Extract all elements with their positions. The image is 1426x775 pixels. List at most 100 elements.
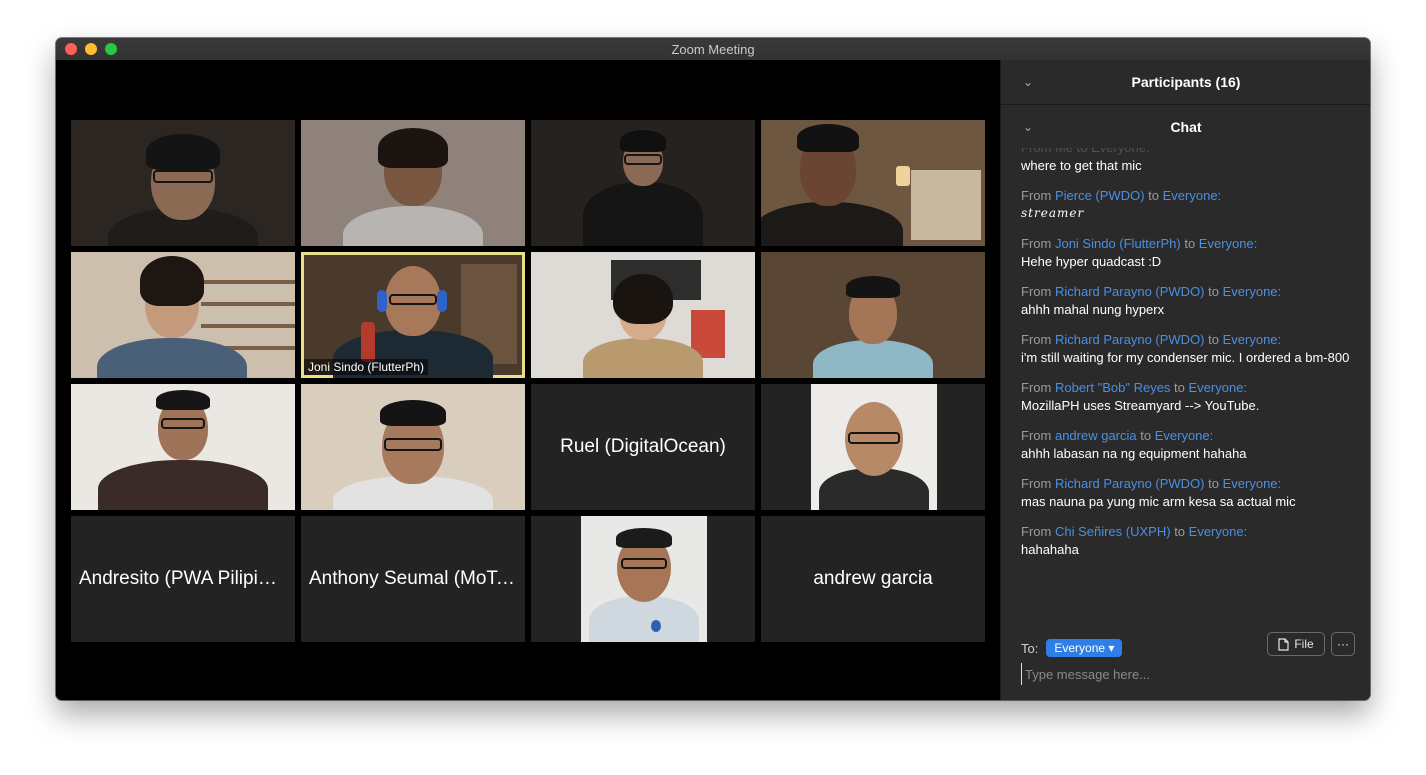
message-meta: From Richard Parayno (PWDO) to Everyone: — [1021, 283, 1353, 300]
participant-body — [589, 596, 699, 642]
message-recipient: Everyone: — [1188, 380, 1248, 395]
file-button-label: File — [1294, 637, 1314, 651]
message-meta: From Richard Parayno (PWDO) to Everyone: — [1021, 475, 1353, 492]
chat-message: From Pierce (PWDO) to Everyone: streamer — [1021, 187, 1353, 222]
message-recipient: Everyone: — [1198, 236, 1258, 251]
lamp — [896, 166, 910, 186]
message-sender[interactable]: Richard Parayno (PWDO) — [1055, 332, 1205, 347]
message-text: hahahaha — [1021, 542, 1079, 557]
message-meta: From Richard Parayno (PWDO) to Everyone: — [1021, 331, 1353, 348]
message-text: streamer — [1021, 206, 1085, 220]
participant-glasses — [848, 432, 900, 444]
chat-message-list[interactable]: From Me to Everyone: where to get that m… — [1021, 148, 1353, 638]
message-sender[interactable]: Richard Parayno (PWDO) — [1055, 476, 1205, 491]
window-title: Zoom Meeting — [671, 42, 755, 57]
message-text: mas nauna pa yung mic arm kesa sa actual… — [1021, 494, 1296, 509]
from-word: From — [1021, 380, 1052, 395]
video-tile[interactable] — [301, 384, 525, 510]
chat-message: From Me to Everyone: where to get that m… — [1021, 148, 1353, 174]
headphone-left — [377, 290, 387, 312]
file-icon — [1278, 637, 1289, 651]
message-recipient: Everyone: — [1222, 476, 1282, 491]
participant-hair — [156, 390, 210, 410]
video-tile[interactable] — [71, 384, 295, 510]
message-text: where to get that mic — [1021, 158, 1142, 173]
to-word: to — [1140, 428, 1152, 443]
participant-hair — [378, 128, 448, 168]
chat-panel-header[interactable]: ⌄ Chat — [1001, 105, 1370, 149]
message-sender[interactable]: Chi Señires (UXPH) — [1055, 524, 1171, 539]
from-word: From — [1021, 332, 1052, 347]
message-sender[interactable]: Joni Sindo (FlutterPh) — [1055, 236, 1181, 251]
participant-hair — [139, 256, 204, 306]
chat-message-input[interactable] — [1021, 663, 1347, 685]
video-tile[interactable] — [761, 252, 985, 378]
from-word: From — [1021, 476, 1052, 491]
to-word: to — [1184, 236, 1196, 251]
to-word: to — [1208, 476, 1219, 491]
participant-hair — [146, 134, 220, 170]
participant-body — [583, 182, 703, 246]
message-text: Hehe hyper quadcast :D — [1021, 254, 1162, 269]
message-meta: From Joni Sindo (FlutterPh) to Everyone: — [1021, 235, 1353, 252]
video-tile[interactable] — [531, 120, 755, 246]
chevron-down-icon[interactable]: ⌄ — [1023, 60, 1033, 104]
participant-hair — [846, 276, 900, 298]
message-sender[interactable]: Robert "Bob" Reyes — [1055, 380, 1170, 395]
photo-tile[interactable] — [761, 384, 985, 510]
recipient-row: To: Everyone ▾ — [1021, 636, 1123, 660]
message-meta: From Pierce (PWDO) to Everyone: — [1021, 187, 1353, 204]
more-options-button[interactable]: ··· — [1331, 632, 1355, 656]
participant-body — [761, 202, 904, 246]
name-tile[interactable]: Andresito (PWA Pilipinas) — [71, 516, 295, 642]
chat-message: From Robert "Bob" Reyes to Everyone: Mozi… — [1021, 379, 1353, 414]
chat-message: From Chi Señires (UXPH) to Everyone: haha… — [1021, 523, 1353, 558]
video-tile[interactable] — [761, 120, 985, 246]
participant-glasses — [161, 418, 205, 429]
video-tile-active-speaker[interactable]: Joni Sindo (FlutterPh) — [301, 252, 525, 378]
video-tile[interactable] — [301, 120, 525, 246]
recipient-dropdown[interactable]: Everyone ▾ — [1046, 639, 1123, 657]
more-icon: ··· — [1337, 637, 1349, 651]
name-tile[interactable]: Ruel (DigitalOcean) — [531, 384, 755, 510]
video-tile[interactable] — [531, 252, 755, 378]
participant-hair — [616, 528, 672, 548]
participant-hair — [613, 274, 673, 324]
file-button[interactable]: File — [1267, 632, 1325, 656]
message-sender[interactable]: andrew garcia — [1055, 428, 1137, 443]
participant-body — [98, 460, 268, 510]
to-word: to — [1148, 188, 1159, 203]
name-tile[interactable]: Anthony Seumal (MoTeam) — [301, 516, 525, 642]
photo-tile[interactable] — [531, 516, 755, 642]
chevron-down-icon[interactable]: ⌄ — [1023, 105, 1033, 149]
message-sender[interactable]: Richard Parayno (PWDO) — [1055, 284, 1205, 299]
chat-message: From Richard Parayno (PWDO) to Everyone:… — [1021, 283, 1353, 318]
to-word: to — [1208, 284, 1219, 299]
message-sender[interactable]: Pierce (PWDO) — [1055, 188, 1145, 203]
message-text: i'm still waiting for my condenser mic. … — [1021, 350, 1350, 365]
participant-glasses — [624, 154, 662, 165]
title-bar: Zoom Meeting — [56, 38, 1370, 61]
participant-glasses — [389, 294, 437, 305]
name-tile[interactable]: andrew garcia — [761, 516, 985, 642]
message-text: MozillaPH uses Streamyard --> YouTube. — [1021, 398, 1260, 413]
video-tile[interactable] — [71, 252, 295, 378]
message-meta: From Robert "Bob" Reyes to Everyone: — [1021, 379, 1353, 396]
side-panel: ⌄ Participants (16) ⌄ Chat From Me to Ev… — [1000, 60, 1370, 700]
participants-panel-header[interactable]: ⌄ Participants (16) — [1001, 60, 1370, 105]
chat-message: From andrew garcia to Everyone: ahhh laba… — [1021, 427, 1353, 462]
participant-name: andrew garcia — [813, 568, 933, 589]
participant-name: Andresito (PWA Pilipinas) — [79, 568, 287, 589]
profile-photo — [581, 516, 707, 642]
chat-title: Chat — [1170, 119, 1202, 135]
zoom-window: Zoom Meeting Joni Sindo (FlutterPh) Ruel… — [56, 38, 1370, 700]
bookshelf — [201, 262, 295, 352]
chat-message: From Richard Parayno (PWDO) to Everyone:… — [1021, 475, 1353, 510]
video-tile[interactable] — [71, 120, 295, 246]
shirt-logo — [651, 620, 661, 632]
participant-body — [813, 340, 933, 378]
gallery-view: Joni Sindo (FlutterPh) Ruel (DigitalOcea… — [56, 60, 1000, 700]
bed-background — [911, 170, 981, 240]
message-text: ahhh labasan na ng equipment hahaha — [1021, 446, 1247, 461]
profile-photo — [811, 384, 937, 510]
